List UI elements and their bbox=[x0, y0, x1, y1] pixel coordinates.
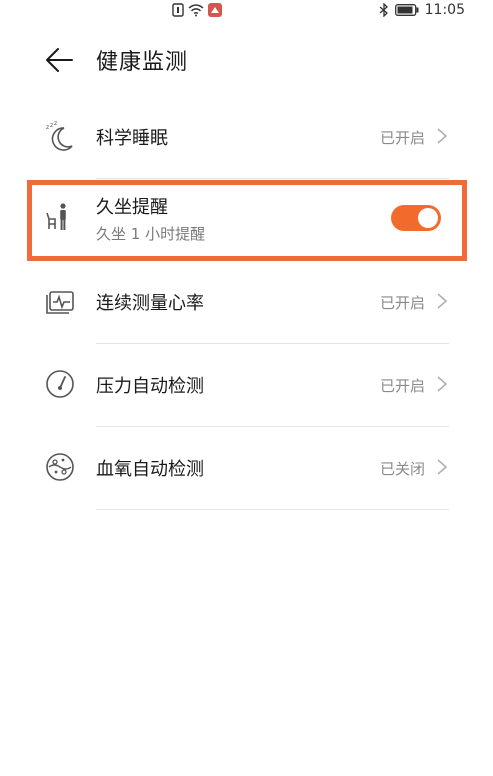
status-time: 11:05 bbox=[424, 2, 465, 18]
bluetooth-icon bbox=[379, 3, 388, 17]
settings-list: z z z 科学睡眠 已开启 久坐提醒 久坐 1 小时提醒 连续测量心率 已开启… bbox=[0, 96, 493, 510]
toggle-knob bbox=[418, 208, 438, 228]
stress-status: 已开启 bbox=[379, 377, 425, 395]
svg-text:z: z bbox=[46, 124, 49, 131]
heart-rate-monitor-icon bbox=[46, 291, 74, 314]
sleep-status: 已开启 bbox=[379, 129, 425, 147]
blood-oxygen-icon bbox=[46, 453, 74, 481]
sedentary-reminder-row[interactable]: 久坐提醒 久坐 1 小时提醒 bbox=[0, 179, 493, 261]
blood-oxygen-row[interactable]: 血氧自动检测 已关闭 bbox=[0, 427, 493, 510]
status-left-icons bbox=[172, 3, 222, 17]
heart-rate-title: 连续测量心率 bbox=[96, 293, 204, 314]
sleep-title: 科学睡眠 bbox=[96, 128, 168, 149]
sedentary-title: 久坐提醒 bbox=[96, 197, 168, 218]
svg-text:z: z bbox=[50, 122, 53, 129]
continuous-heart-rate-row[interactable]: 连续测量心率 已开启 bbox=[0, 261, 493, 344]
stress-detection-row[interactable]: 压力自动检测 已开启 bbox=[0, 344, 493, 427]
svg-text:z: z bbox=[54, 120, 57, 127]
heart-rate-status: 已开启 bbox=[379, 294, 425, 312]
chevron-right-icon bbox=[437, 293, 448, 309]
sleep-moon-icon: z z z bbox=[46, 120, 73, 151]
stress-gauge-icon bbox=[46, 370, 74, 398]
header: 健康监测 bbox=[0, 38, 493, 82]
wifi-icon bbox=[188, 3, 204, 16]
sleep-row[interactable]: z z z 科学睡眠 已开启 bbox=[0, 96, 493, 179]
blood-oxygen-status: 已关闭 bbox=[379, 460, 425, 478]
chevron-right-icon bbox=[437, 376, 448, 392]
page-title: 健康监测 bbox=[96, 50, 189, 75]
battery-icon bbox=[394, 4, 419, 16]
back-arrow-icon[interactable] bbox=[44, 44, 76, 76]
huawei-app-icon bbox=[208, 3, 222, 17]
status-bar: 11:05 bbox=[0, 0, 493, 22]
chevron-right-icon bbox=[437, 128, 448, 144]
blood-oxygen-title: 血氧自动检测 bbox=[96, 459, 204, 480]
sedentary-toggle-switch[interactable] bbox=[391, 205, 441, 231]
nfc-icon bbox=[172, 3, 184, 17]
sedentary-person-icon bbox=[46, 203, 66, 230]
divider bbox=[96, 509, 449, 510]
stress-title: 压力自动检测 bbox=[96, 376, 204, 397]
status-right-icons: 11:05 bbox=[379, 2, 465, 18]
chevron-right-icon bbox=[437, 459, 448, 475]
sedentary-subtitle: 久坐 1 小时提醒 bbox=[96, 225, 206, 243]
